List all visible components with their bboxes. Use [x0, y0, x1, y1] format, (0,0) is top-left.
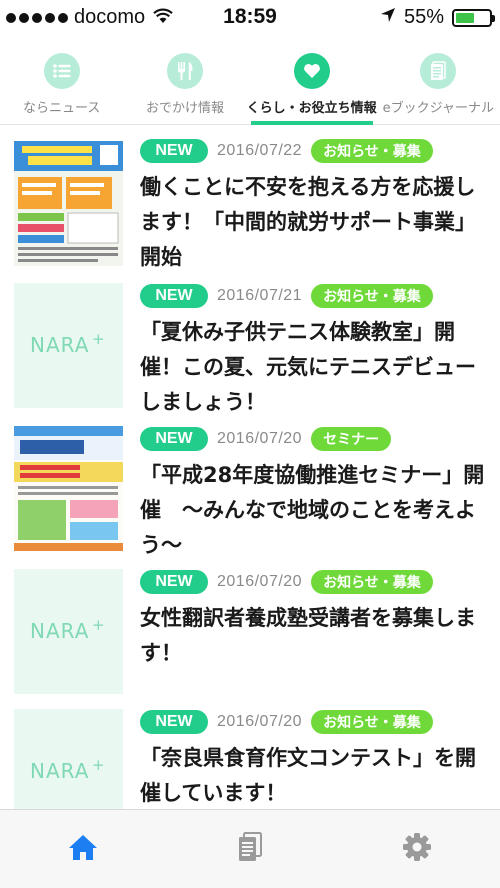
svg-text:NARA: NARA: [30, 619, 89, 643]
article-thumbnail: NARA +: [14, 569, 123, 694]
list-icon: [43, 53, 80, 89]
svg-text:NARA: NARA: [30, 333, 89, 357]
article-meta: NEW 2016/07/20 セミナー: [140, 426, 392, 452]
tab-label: おでかけ情報: [145, 101, 224, 116]
tab-label: eブックジャーナル: [382, 101, 495, 116]
article-title: 「夏休み子供テニス体験教室」開催！この夏、元気にテニスデビューしましょう！: [140, 320, 476, 414]
category-badge: お知らせ・募集: [311, 139, 433, 163]
article-thumbnail: [14, 141, 123, 266]
tab-label: くらし・お役立ち情報: [246, 101, 377, 116]
article-thumbnail: NARA +: [14, 709, 123, 809]
nara-plus-logo: NARA +: [30, 756, 108, 787]
new-badge: NEW: [140, 427, 208, 451]
article-date: 2016/07/22: [217, 142, 303, 159]
settings-tab-button[interactable]: [333, 810, 500, 888]
article-date: 2016/07/20: [217, 430, 303, 447]
status-bar: docomo 18:59 55%: [0, 0, 500, 36]
home-tab-button[interactable]: [0, 810, 167, 888]
gear-icon: [402, 832, 432, 866]
fork-knife-icon: [166, 53, 203, 89]
svg-text:NARA: NARA: [30, 759, 89, 783]
battery-icon: [452, 8, 495, 27]
svg-text:+: +: [92, 331, 105, 348]
status-right: 55%: [380, 6, 495, 29]
svg-text:+: +: [92, 757, 105, 774]
new-badge: NEW: [140, 284, 208, 308]
new-badge: NEW: [140, 710, 208, 734]
tab-ebook-journal[interactable]: eブックジャーナル: [377, 36, 500, 124]
new-badge: NEW: [140, 139, 208, 163]
tab-nara-news[interactable]: ならニュース: [0, 36, 123, 124]
location-arrow-icon: [380, 6, 396, 29]
document-icon: [238, 832, 262, 866]
article-meta: NEW 2016/07/20 お知らせ・募集: [140, 569, 433, 595]
category-badge: お知らせ・募集: [311, 284, 433, 308]
category-badge: セミナー: [311, 427, 392, 451]
bottom-tab-bar: [0, 809, 500, 888]
article-thumbnail: [14, 426, 123, 551]
article-list: NEW 2016/07/22 お知らせ・募集 働くことに不安を抱える方を応援しま…: [0, 125, 500, 809]
article-title: 女性翻訳者養成塾受講者を募集します！: [140, 606, 476, 665]
article-title: 働くことに不安を抱える方を応援します！「中間的就労サポート事業」開始: [140, 175, 476, 269]
article-meta: NEW 2016/07/22 お知らせ・募集: [140, 138, 433, 164]
ebook-tab-button[interactable]: [167, 810, 334, 888]
article-date: 2016/07/21: [217, 287, 303, 304]
tab-outing-info[interactable]: おでかけ情報: [123, 36, 246, 124]
nara-plus-logo: NARA +: [30, 616, 108, 647]
article-date: 2016/07/20: [217, 713, 303, 730]
article-meta: NEW 2016/07/21 お知らせ・募集: [140, 283, 433, 309]
category-tabs: ならニュース おでかけ情報 くらし・お役立ち情報 eブックジャーナル: [0, 36, 500, 125]
article-date: 2016/07/20: [217, 573, 303, 590]
tab-living-info[interactable]: くらし・お役立ち情報: [246, 36, 377, 125]
category-badge: お知らせ・募集: [311, 710, 433, 734]
new-badge: NEW: [140, 570, 208, 594]
home-icon: [68, 833, 98, 865]
nara-plus-logo: NARA +: [30, 330, 108, 361]
battery-percent: 55%: [403, 6, 444, 28]
document-icon: [420, 53, 457, 89]
category-badge: お知らせ・募集: [311, 570, 433, 594]
tab-label: ならニュース: [22, 101, 101, 116]
heart-icon: [293, 53, 330, 89]
article-thumbnail: NARA +: [14, 283, 123, 408]
article-title: 「奈良県食育作文コンテスト」を開催しています！: [140, 746, 476, 805]
article-meta: NEW 2016/07/20 お知らせ・募集: [140, 709, 433, 735]
svg-text:+: +: [92, 617, 105, 634]
article-title: 「平成28年度協働推進セミナー」開催 ～みんなで地域のことを考えよう～: [140, 463, 485, 557]
